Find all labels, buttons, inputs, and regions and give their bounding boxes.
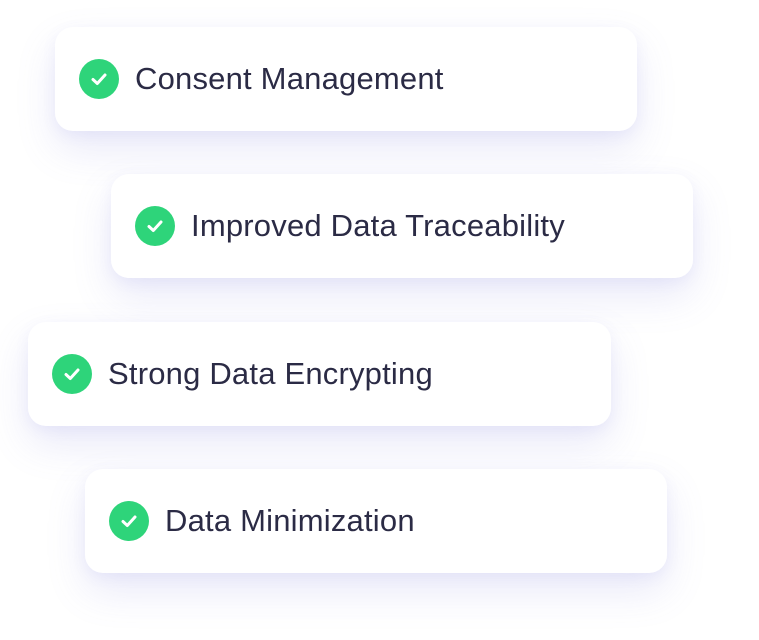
check-circle-icon bbox=[79, 59, 119, 99]
check-circle-icon bbox=[109, 501, 149, 541]
feature-label: Strong Data Encrypting bbox=[108, 356, 433, 391]
check-circle-icon bbox=[52, 354, 92, 394]
feature-list: Consent Management Improved Data Traceab… bbox=[0, 0, 759, 640]
feature-card-consent-management: Consent Management bbox=[55, 27, 637, 131]
feature-label: Consent Management bbox=[135, 61, 444, 96]
feature-label: Data Minimization bbox=[165, 503, 415, 538]
check-circle-icon bbox=[135, 206, 175, 246]
feature-label: Improved Data Traceability bbox=[191, 208, 565, 243]
feature-card-strong-data-encrypting: Strong Data Encrypting bbox=[28, 322, 611, 426]
feature-card-data-minimization: Data Minimization bbox=[85, 469, 667, 573]
feature-card-improved-data-traceability: Improved Data Traceability bbox=[111, 174, 693, 278]
